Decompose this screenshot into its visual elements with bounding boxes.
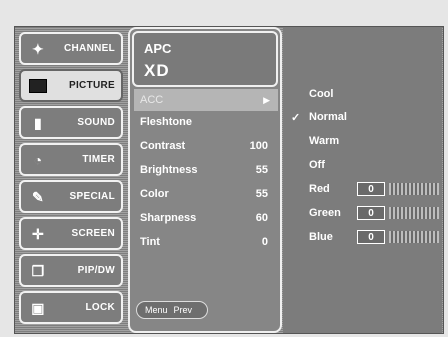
blue-value: 0	[357, 230, 385, 244]
prev-button-label[interactable]: Prev	[174, 305, 193, 315]
green-value: 0	[357, 206, 385, 220]
rgb-label: Red	[309, 183, 330, 195]
setting-value: 100	[249, 140, 268, 152]
setting-label: Fleshtone	[140, 116, 192, 128]
menu-item-lock[interactable]: ▣ LOCK	[19, 291, 123, 324]
setting-contrast[interactable]: Contrast 100	[134, 135, 278, 157]
option-label: Warm	[309, 135, 340, 147]
nav-hint: Menu Prev	[136, 301, 208, 319]
menu-item-label: PICTURE	[69, 80, 115, 91]
red-value: 0	[357, 182, 385, 196]
rgb-red-row[interactable]: Red 0	[291, 179, 441, 199]
xd-logo: XD	[144, 61, 170, 80]
arrow-right-icon: ▶	[263, 94, 270, 105]
option-label: Cool	[309, 88, 334, 100]
setting-label: Contrast	[140, 140, 186, 152]
menu-item-pipdw[interactable]: ❐ PIP/DW	[19, 254, 123, 287]
blue-level-bar[interactable]	[389, 231, 439, 243]
menu-button-label[interactable]: Menu	[145, 305, 168, 315]
pip-icon: ❐	[31, 262, 45, 279]
menu-item-label: SOUND	[77, 117, 115, 128]
option-label: Normal	[309, 111, 347, 123]
menu-item-label: SCREEN	[71, 228, 115, 239]
menu-item-screen[interactable]: ✛ SCREEN	[19, 217, 123, 250]
rgb-green-row[interactable]: Green 0	[291, 203, 441, 223]
acc-option-cool[interactable]: Cool	[291, 84, 441, 104]
clock-icon: ◔	[33, 152, 43, 168]
apc-header[interactable]: APC XD	[132, 31, 278, 87]
menu-item-special[interactable]: ✎ SPECIAL	[19, 180, 123, 213]
setting-label: Sharpness	[140, 212, 197, 224]
rgb-blue-row[interactable]: Blue 0	[291, 227, 441, 247]
setting-value: 60	[255, 212, 268, 224]
setting-value: 0	[261, 236, 268, 248]
rgb-label: Green	[309, 207, 341, 219]
apc-title: APC	[144, 41, 172, 56]
acc-option-warm[interactable]: Warm	[291, 131, 441, 151]
acc-options-panel: Cool ✓ Normal Warm Off Red 0 Green 0 Blu…	[283, 27, 442, 333]
lock-icon: ▣	[31, 299, 45, 316]
picture-settings-panel: APC XD ACC ▶ Fleshtone Contrast 100 Brig…	[128, 27, 282, 333]
acc-option-normal[interactable]: ✓ Normal	[291, 107, 441, 127]
setting-value: 55	[255, 164, 268, 176]
antenna-icon: ✦	[31, 40, 45, 57]
menu-item-label: CHANNEL	[64, 43, 115, 54]
setting-acc[interactable]: ACC ▶	[134, 89, 278, 111]
main-menu: ✦ CHANNEL PICTURE ▮ SOUND ◔ TIMER ✎ SPEC…	[15, 27, 126, 333]
setting-fleshtone[interactable]: Fleshtone	[134, 111, 278, 133]
setting-brightness[interactable]: Brightness 55	[134, 159, 278, 181]
setting-sharpness[interactable]: Sharpness 60	[134, 207, 278, 229]
menu-item-label: PIP/DW	[77, 265, 115, 276]
option-label: Off	[309, 159, 325, 171]
setting-label: Brightness	[140, 164, 198, 176]
setting-label: Color	[140, 188, 169, 200]
menu-item-channel[interactable]: ✦ CHANNEL	[19, 32, 123, 65]
setting-label: Tint	[140, 236, 160, 248]
red-level-bar[interactable]	[389, 183, 439, 195]
menu-item-label: SPECIAL	[69, 191, 115, 202]
menu-item-timer[interactable]: ◔ TIMER	[19, 143, 123, 176]
setting-value: 55	[255, 188, 268, 200]
checkmark-icon: ✓	[291, 111, 301, 124]
menu-item-sound[interactable]: ▮ SOUND	[19, 106, 123, 139]
picture-icon	[29, 77, 47, 95]
wrench-icon: ✎	[31, 188, 45, 205]
green-level-bar[interactable]	[389, 207, 439, 219]
menu-item-label: TIMER	[82, 154, 115, 165]
setting-label: ACC	[140, 94, 164, 106]
setting-color[interactable]: Color 55	[134, 183, 278, 205]
crosshair-icon: ✛	[31, 225, 45, 242]
setting-tint[interactable]: Tint 0	[134, 231, 278, 253]
rgb-label: Blue	[309, 231, 333, 243]
menu-item-picture[interactable]: PICTURE	[19, 69, 123, 102]
tv-osd-screen: ✦ CHANNEL PICTURE ▮ SOUND ◔ TIMER ✎ SPEC…	[14, 26, 444, 334]
menu-item-label: LOCK	[85, 302, 115, 313]
acc-option-off[interactable]: Off	[291, 155, 441, 175]
speaker-icon: ▮	[33, 114, 42, 131]
